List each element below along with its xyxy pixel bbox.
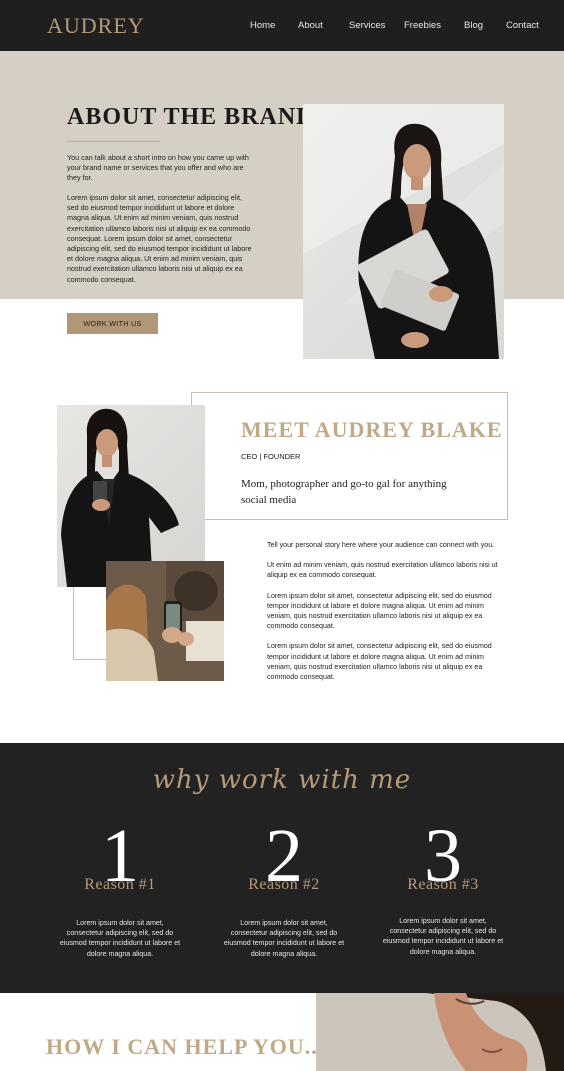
story-paragraph: Lorem ipsum dolor sit amet, consectetur … (267, 642, 492, 682)
help-title: HOW I CAN HELP YOU... (46, 1034, 325, 1059)
story-paragraph: Lorem ipsum dolor sit amet, consectetur … (267, 591, 492, 631)
nav-home[interactable]: Home (250, 20, 275, 31)
nav-about[interactable]: About (298, 20, 323, 31)
brand-photo-illustration (303, 104, 504, 359)
meet-role: CEO | FOUNDER (241, 452, 301, 461)
brand-photo-woman-laptop (303, 104, 504, 359)
nav-contact[interactable]: Contact (506, 20, 539, 31)
meet-photo-hands-phone (106, 561, 224, 681)
brand-intro-text: You can talk about a short intro on how … (67, 153, 249, 183)
site-logo[interactable]: AUDREY (47, 13, 145, 39)
nav-blog[interactable]: Blog (464, 20, 483, 31)
meet-photo2-illustration (106, 561, 224, 681)
why-title: why work with me (152, 765, 412, 795)
meet-photo-woman-phone (57, 405, 205, 587)
reason-2-label: Reason #2 (248, 876, 320, 893)
meet-title: MEET AUDREY BLAKE (241, 417, 503, 442)
nav-freebies[interactable]: Freebies (404, 20, 441, 31)
reason-2-text: Lorem ipsum dolor sit amet, consectetur … (223, 919, 345, 958)
personal-story: Tell your personal story here where your… (267, 540, 508, 692)
reason-3-text: Lorem ipsum dolor sit amet, consectetur … (382, 917, 504, 956)
nav-services[interactable]: Services (349, 20, 385, 31)
help-photo-woman-closeup (316, 993, 564, 1071)
meet-tagline: Mom, photographer and go-to gal for anyt… (241, 478, 447, 506)
meet-photo-illustration (61, 408, 179, 587)
reason-1-text: Lorem ipsum dolor sit amet, consectetur … (59, 919, 181, 958)
reason-1-label: Reason #1 (84, 876, 156, 893)
help-photo-illustration (316, 993, 564, 1071)
top-nav: AUDREY Home About Services Freebies Blog… (0, 0, 564, 51)
story-paragraph: Ut enim ad minim veniam, quis nostrud ex… (267, 561, 498, 580)
title-divider (67, 141, 160, 142)
reason-3-label: Reason #3 (407, 876, 479, 893)
about-brand-title: ABOUT THE BRAND (67, 104, 315, 130)
work-with-us-button[interactable]: WORK WITH US (67, 313, 158, 334)
brand-body-text: Lorem ipsum dolor sit amet, consectetur … (67, 193, 252, 284)
story-paragraph: Tell your personal story here where your… (267, 541, 495, 549)
